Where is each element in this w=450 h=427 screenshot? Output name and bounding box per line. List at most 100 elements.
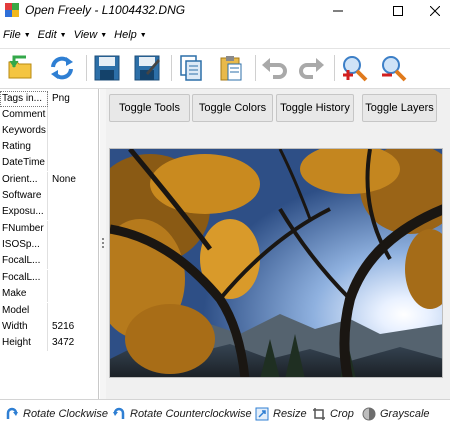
- menu-view[interactable]: View ▼: [74, 29, 108, 41]
- crop-button[interactable]: Crop: [311, 406, 354, 422]
- maximize-icon: [392, 6, 403, 16]
- menu-bar: File ▼ Edit ▼ View ▼ Help ▼: [0, 26, 450, 44]
- tag-row[interactable]: Height 3472: [0, 335, 99, 351]
- tag-key: FocalL...: [0, 270, 48, 286]
- tag-value: [48, 123, 52, 139]
- toolbar: [0, 48, 450, 88]
- tag-key: Make: [0, 286, 48, 302]
- copy-button[interactable]: [174, 51, 208, 85]
- tag-value: [48, 270, 52, 286]
- tag-row[interactable]: ISOSp...: [0, 237, 99, 253]
- tag-key: Rating: [0, 139, 48, 155]
- paste-icon: [220, 56, 242, 81]
- crop-label: Crop: [330, 408, 354, 420]
- tag-row[interactable]: Make: [0, 286, 99, 302]
- tag-row[interactable]: Rating: [0, 139, 99, 155]
- tag-value: Png: [52, 93, 70, 104]
- app-logo-icon: [5, 3, 19, 17]
- tag-key: Tags in...: [0, 91, 48, 107]
- resize-label: Resize: [273, 408, 307, 420]
- tag-value: [48, 303, 52, 319]
- tag-key: Height: [0, 335, 48, 351]
- menu-edit-label: Edit: [37, 29, 57, 41]
- refresh-button[interactable]: [45, 51, 79, 85]
- toolbar-separator: [334, 55, 335, 81]
- tag-value: [48, 237, 52, 253]
- open-button[interactable]: [3, 51, 37, 85]
- tag-row[interactable]: FocalL...: [0, 253, 99, 269]
- maximize-button[interactable]: [375, 0, 420, 22]
- zoom-in-button[interactable]: [337, 51, 371, 85]
- open-folder-icon: [8, 55, 32, 79]
- toggle-history-button[interactable]: Toggle History: [276, 94, 354, 122]
- rotate-counterclockwise-icon: [111, 406, 127, 422]
- zoom-in-icon: [343, 56, 368, 82]
- tag-value: [48, 253, 52, 269]
- menu-help-label: Help: [114, 29, 137, 41]
- tag-key: Comment: [0, 107, 48, 123]
- grayscale-button[interactable]: Grayscale: [361, 406, 430, 422]
- toggle-layers-button[interactable]: Toggle Layers: [362, 94, 437, 122]
- tag-row[interactable]: Model: [0, 303, 99, 319]
- tag-row[interactable]: Width 5216: [0, 319, 99, 335]
- toolbar-separator: [86, 55, 87, 81]
- crop-icon: [311, 406, 327, 422]
- tag-value: [48, 286, 52, 302]
- toggle-tools-button[interactable]: Toggle Tools: [109, 94, 190, 122]
- chevron-down-icon: ▼: [139, 31, 147, 39]
- tag-row[interactable]: FNumber: [0, 221, 99, 237]
- rotate-counterclockwise-label: Rotate Counterclockwise: [130, 408, 252, 420]
- minimize-icon: [332, 10, 343, 12]
- toggle-colors-button[interactable]: Toggle Colors: [192, 94, 273, 122]
- tag-key: Model: [0, 303, 48, 319]
- tag-value: 5216: [52, 321, 75, 332]
- title-bar: Open Freely - L1004432.DNG: [0, 0, 450, 22]
- tag-key: Exposu...: [0, 204, 48, 220]
- tag-key: Width: [0, 319, 48, 335]
- photo-image: [110, 149, 442, 377]
- grayscale-icon: [361, 406, 377, 422]
- tag-key: Software: [0, 188, 48, 204]
- image-canvas[interactable]: [109, 148, 443, 378]
- resize-button[interactable]: Resize: [254, 406, 307, 422]
- save-button[interactable]: [90, 51, 124, 85]
- chevron-down-icon: ▼: [59, 31, 67, 39]
- save-as-icon: [134, 55, 160, 81]
- workspace: Toggle Tools Toggle Colors Toggle Histor…: [106, 89, 450, 399]
- rotate-counterclockwise-button[interactable]: Rotate Counterclockwise: [111, 406, 252, 422]
- minimize-button[interactable]: [315, 0, 360, 22]
- tag-row[interactable]: DateTime: [0, 155, 99, 171]
- tag-row[interactable]: FocalL...: [0, 270, 99, 286]
- grayscale-label: Grayscale: [380, 408, 430, 420]
- redo-button[interactable]: [295, 51, 329, 85]
- tag-value: [48, 221, 52, 237]
- rotate-clockwise-button[interactable]: Rotate Clockwise: [4, 406, 108, 422]
- menu-view-label: View: [73, 29, 98, 41]
- tag-row[interactable]: Orient... None: [0, 172, 99, 188]
- save-as-button[interactable]: [130, 51, 164, 85]
- close-icon: [430, 6, 440, 16]
- zoom-out-icon: [382, 56, 407, 82]
- tag-value: [48, 204, 52, 220]
- tag-key: FocalL...: [0, 253, 48, 269]
- save-icon: [94, 55, 120, 81]
- tag-row[interactable]: Tags in... Png: [0, 91, 99, 107]
- tag-key: Orient...: [0, 172, 48, 188]
- tag-row[interactable]: Exposu...: [0, 204, 99, 220]
- tag-value: [48, 107, 52, 123]
- menu-edit[interactable]: Edit ▼: [38, 29, 67, 41]
- tag-row[interactable]: Comment: [0, 107, 99, 123]
- tag-value: [48, 188, 52, 204]
- menu-file[interactable]: File ▼: [3, 29, 31, 41]
- tag-value: [48, 139, 52, 155]
- undo-button[interactable]: [257, 51, 291, 85]
- tag-row[interactable]: Software: [0, 188, 99, 204]
- window-title: Open Freely - L1004432.DNG: [25, 3, 186, 17]
- paste-button[interactable]: [214, 51, 248, 85]
- menu-help[interactable]: Help ▼: [114, 29, 147, 41]
- tag-value: [48, 155, 52, 171]
- close-button[interactable]: [420, 0, 450, 22]
- zoom-out-button[interactable]: [376, 51, 410, 85]
- tag-row[interactable]: Keywords: [0, 123, 99, 139]
- tags-panel: Tags in... Png Comment Keywords Rating Da…: [0, 89, 99, 399]
